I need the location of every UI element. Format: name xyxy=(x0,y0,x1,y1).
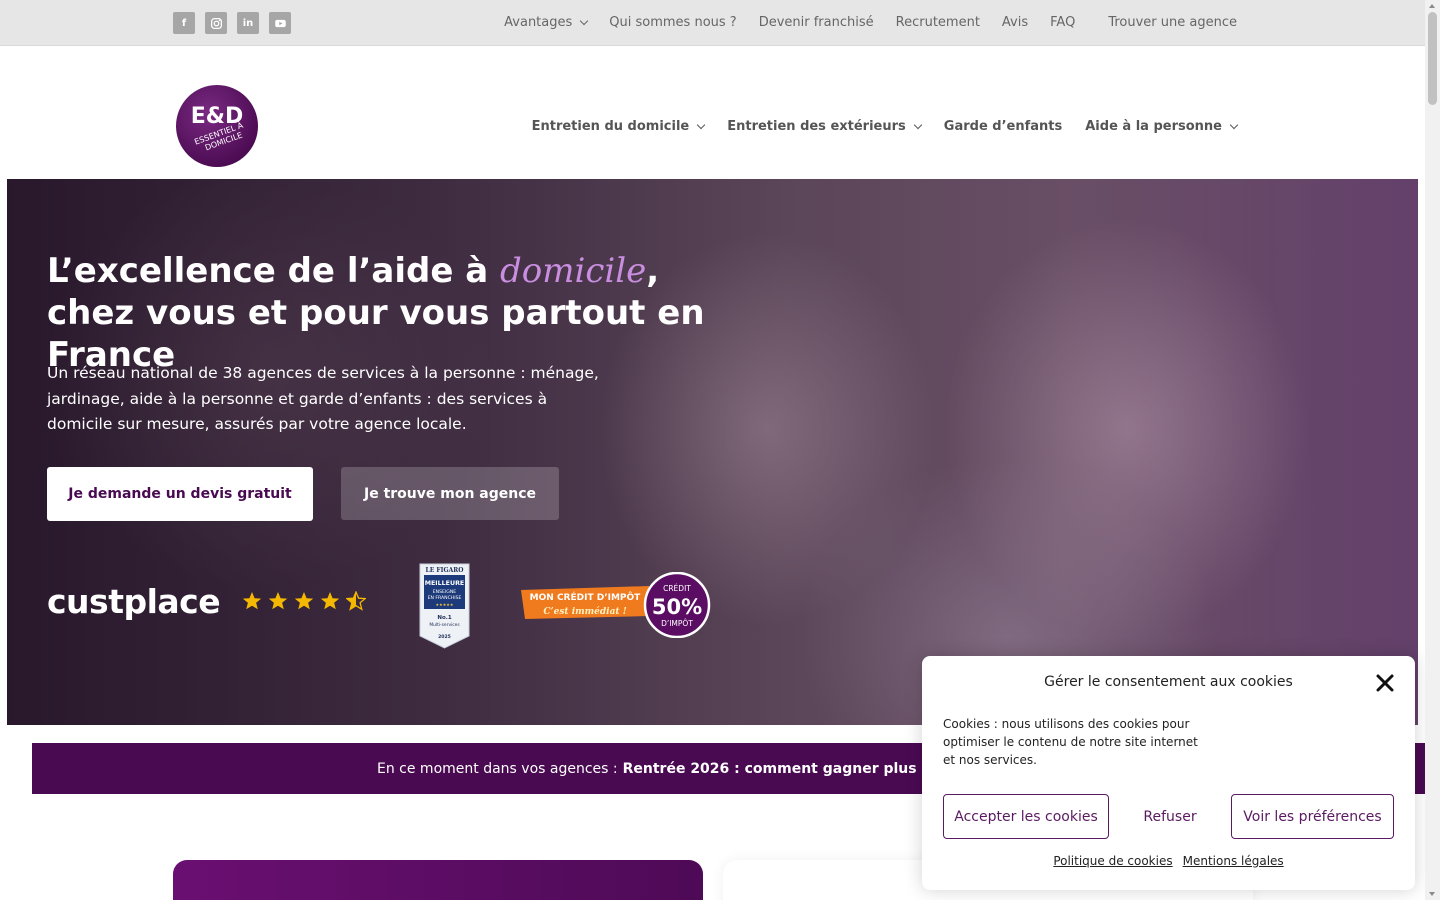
star-icon xyxy=(294,592,314,610)
nav-recrutement[interactable]: Recrutement xyxy=(896,15,980,30)
figaro-year: 2025 xyxy=(438,634,451,640)
devis-button[interactable]: Je demande un devis gratuit xyxy=(47,467,313,521)
accept-cookies-button[interactable]: Accepter les cookies xyxy=(943,794,1109,839)
linkedin-icon[interactable]: in xyxy=(237,12,259,34)
brand-logo[interactable]: E&D ESSENTIEL À DOMICILE xyxy=(176,85,258,167)
facebook-icon[interactable]: f xyxy=(173,12,195,34)
figaro-brand: LE FIGARO xyxy=(426,567,464,574)
chevron-down-icon xyxy=(696,120,706,129)
scroll-down-arrow-icon[interactable] xyxy=(1429,892,1435,896)
nav-avis[interactable]: Avis xyxy=(1002,15,1028,30)
credit-line1: MON CRÉDIT D’IMPÔT xyxy=(530,591,641,603)
logo-mark: E&D ESSENTIEL À DOMICILE xyxy=(191,104,245,152)
find-agency-button[interactable]: Je trouve mon agence xyxy=(341,467,559,520)
refuse-cookies-button[interactable]: Refuser xyxy=(1126,794,1214,839)
rating-stars xyxy=(242,591,366,611)
scrollbar-thumb[interactable] xyxy=(1428,12,1437,105)
scroll-up-arrow-icon[interactable] xyxy=(1429,4,1435,8)
page-scrollbar[interactable] xyxy=(1425,0,1440,900)
cookie-text: Cookies : nous utilisons des cookies pou… xyxy=(943,717,1198,767)
nav-entretien-domicile[interactable]: Entretien du domicile xyxy=(531,119,706,134)
tax-credit-badge: MON CRÉDIT D’IMPÔT C’est immédiat ! CRÉD… xyxy=(521,572,711,638)
chevron-down-icon xyxy=(580,16,589,25)
youtube-icon[interactable] xyxy=(269,12,291,34)
main-header: E&D ESSENTIEL À DOMICILE Entretien du do… xyxy=(0,46,1425,179)
credit-percent: 50% xyxy=(652,595,702,619)
chevron-down-icon xyxy=(913,120,923,129)
nav-faq[interactable]: FAQ xyxy=(1050,15,1075,30)
credit-line2: C’est immédiat ! xyxy=(543,606,626,617)
chevron-down-icon xyxy=(1229,120,1239,129)
custplace-logo[interactable]: custplace xyxy=(47,582,221,621)
figaro-stars: ★★★★★ xyxy=(436,602,454,607)
credit-circle-top: CRÉDIT xyxy=(663,584,691,593)
cookie-preferences-button[interactable]: Voir les préférences xyxy=(1231,794,1394,839)
linkedin-glyph: in xyxy=(242,17,254,29)
facebook-glyph: f xyxy=(181,17,187,29)
cookie-links: Politique de cookies Mentions légales xyxy=(922,854,1415,868)
star-icon xyxy=(242,592,262,610)
nav-qui-sommes-nous[interactable]: Qui sommes nous ? xyxy=(609,15,736,30)
figaro-rank: No.1 xyxy=(437,615,451,621)
close-icon[interactable] xyxy=(1375,673,1395,693)
nav-aide-personne[interactable]: Aide à la personne xyxy=(1085,119,1239,134)
cookie-policy-link[interactable]: Politique de cookies xyxy=(1053,854,1172,868)
secondary-nav: Avantages Qui sommes nous ? Devenir fran… xyxy=(504,15,1237,30)
cookie-consent-dialog: Gérer le consentement aux cookies Cookie… xyxy=(922,656,1415,890)
figaro-category: Multi-services xyxy=(429,622,460,628)
star-icon xyxy=(268,592,288,610)
star-icon xyxy=(320,592,340,610)
instagram-icon[interactable] xyxy=(205,12,227,34)
page: f in Avantages Qui sommes nous ? Devenir… xyxy=(0,0,1440,900)
nav-entretien-exterieurs[interactable]: Entretien des extérieurs xyxy=(727,119,923,134)
nav-devenir-franchise[interactable]: Devenir franchisé xyxy=(759,15,874,30)
nav-aide-personne-label: Aide à la personne xyxy=(1085,119,1222,134)
hero-title-highlight: domicile xyxy=(500,251,647,291)
nav-entretien-exterieurs-label: Entretien des extérieurs xyxy=(727,119,906,134)
legal-notice-link[interactable]: Mentions légales xyxy=(1183,854,1284,868)
top-bar: f in Avantages Qui sommes nous ? Devenir… xyxy=(0,0,1425,46)
hero-banner: L’excellence de l’aide à domicile, chez … xyxy=(7,179,1418,725)
nav-avantages[interactable]: Avantages xyxy=(504,15,589,30)
primary-nav: Entretien du domicile Entretien des exté… xyxy=(531,119,1239,134)
figaro-line2: ENSEIGNE xyxy=(433,589,457,595)
hero-title: L’excellence de l’aide à domicile, chez … xyxy=(47,250,747,376)
hero-intro: Un réseau national de 38 agences de serv… xyxy=(47,364,599,433)
nav-entretien-domicile-label: Entretien du domicile xyxy=(531,119,690,134)
nav-avantages-label: Avantages xyxy=(504,15,573,30)
credit-circle-bottom: D’IMPÔT xyxy=(661,619,693,628)
figaro-award-badge: LE FIGARO MEILLEURE ENSEIGNE EN FRANCHIS… xyxy=(419,563,470,649)
figaro-line3: EN FRANCHISE xyxy=(428,595,462,601)
half-star-icon xyxy=(346,591,366,611)
service-card-primary xyxy=(173,860,703,900)
nav-garde-enfants[interactable]: Garde d’enfants xyxy=(944,119,1062,134)
cookie-title: Gérer le consentement aux cookies xyxy=(1044,674,1293,690)
social-links: f in xyxy=(173,12,291,34)
hero-title-part1: L’excellence de l’aide à xyxy=(47,251,501,291)
announcement-prefix: En ce moment dans vos agences : xyxy=(377,760,618,777)
figaro-line1: MEILLEURE xyxy=(425,580,465,587)
nav-trouver-agence[interactable]: Trouver une agence xyxy=(1108,15,1237,30)
